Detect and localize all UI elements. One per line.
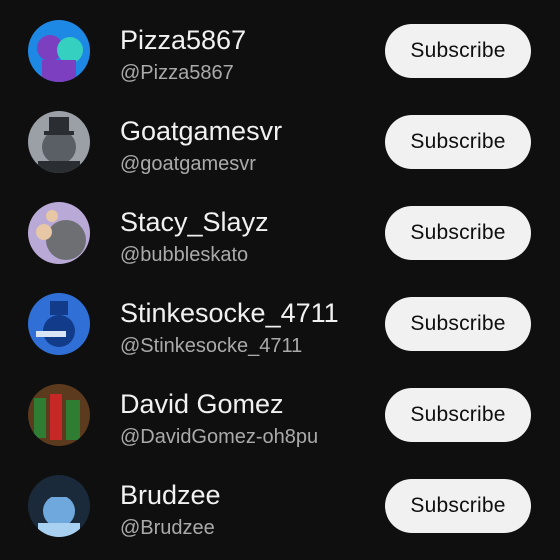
subscribe-button[interactable]: Subscribe [385, 478, 531, 533]
channel-name[interactable]: Stinkesocke_4711 [120, 298, 339, 328]
channel-row[interactable]: Stacy_Slayz @bubbleskato Subscribe [0, 187, 560, 278]
channel-list: Pizza5867 @Pizza5867 Subscribe Goatgames… [0, 0, 560, 560]
channel-avatar[interactable] [28, 110, 90, 173]
channel-row[interactable]: David Gomez @DavidGomez-oh8pu Subscribe [0, 369, 560, 460]
channel-name[interactable]: David Gomez [120, 389, 284, 419]
channel-handle: @Stinkesocke_4711 [120, 335, 303, 357]
channel-row[interactable]: Pizza5867 @Pizza5867 Subscribe [0, 5, 560, 96]
channel-avatar[interactable] [28, 292, 90, 355]
channel-name[interactable]: Goatgamesvr [120, 116, 282, 146]
subscribe-button[interactable]: Subscribe [385, 205, 531, 260]
channel-avatar[interactable] [28, 474, 90, 537]
channel-name[interactable]: Stacy_Slayz [120, 207, 269, 237]
subscribe-button[interactable]: Subscribe [385, 114, 531, 169]
channel-avatar[interactable] [28, 201, 90, 264]
channel-handle: @bubbleskato [120, 244, 249, 266]
channel-handle: @Brudzee [120, 517, 215, 539]
channel-row[interactable]: Goatgamesvr @goatgamesvr Subscribe [0, 96, 560, 187]
subscribe-button[interactable]: Subscribe [385, 23, 531, 78]
channel-avatar[interactable] [28, 383, 90, 446]
channel-avatar[interactable] [28, 19, 90, 82]
channel-handle: @goatgamesvr [120, 153, 256, 175]
channel-row[interactable]: Brudzee @Brudzee Subscribe [0, 460, 560, 551]
subscribe-button[interactable]: Subscribe [385, 296, 531, 351]
channel-handle: @DavidGomez-oh8pu [120, 426, 319, 448]
channel-handle: @Pizza5867 [120, 62, 234, 84]
channel-name[interactable]: Brudzee [120, 480, 221, 510]
channel-row[interactable]: Stinkesocke_4711 @Stinkesocke_4711 Subsc… [0, 278, 560, 369]
subscribe-button[interactable]: Subscribe [385, 387, 531, 442]
channel-name[interactable]: Pizza5867 [120, 25, 246, 55]
